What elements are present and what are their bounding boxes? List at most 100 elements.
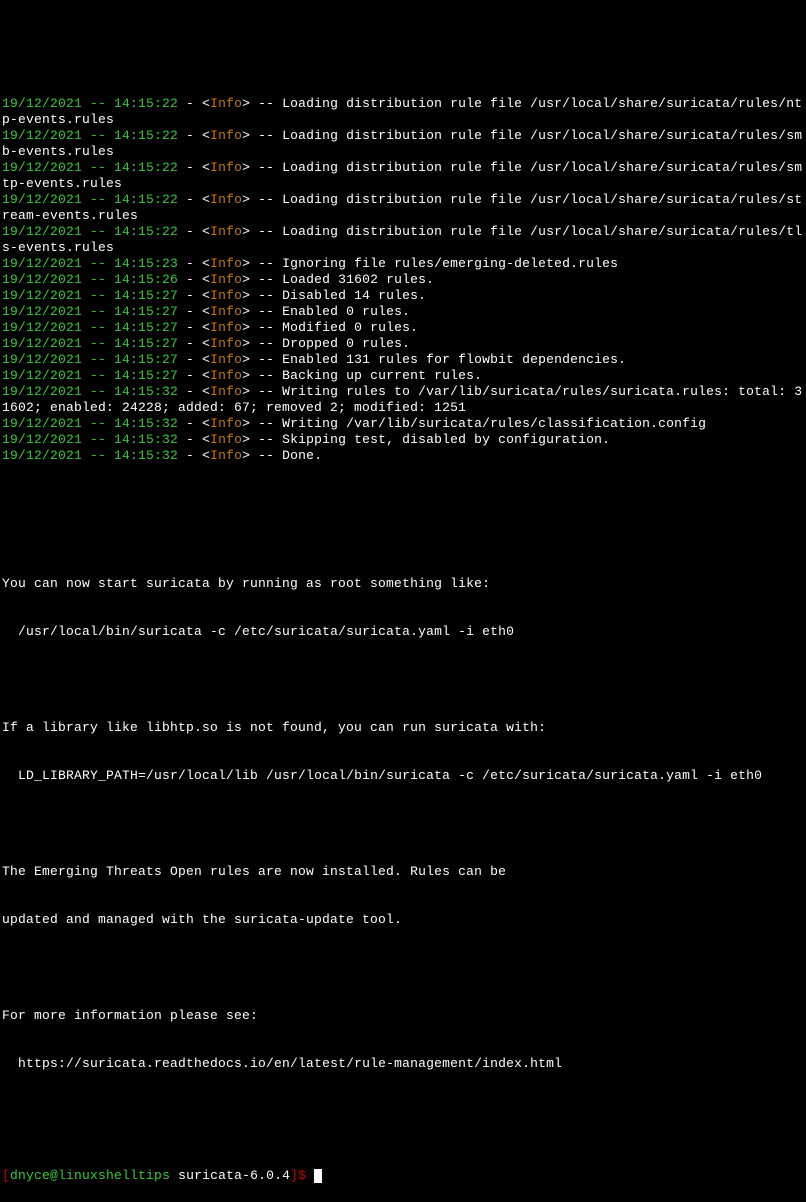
separator: --: [250, 432, 282, 447]
angle-bracket: >: [242, 352, 250, 367]
log-message: Enabled 0 rules.: [282, 304, 410, 319]
info-text: You can now start suricata by running as…: [2, 576, 804, 592]
log-level: Info: [210, 128, 242, 143]
log-timestamp: 19/12/2021 -- 14:15:27: [2, 320, 178, 335]
separator: -: [178, 448, 202, 463]
separator: -: [178, 320, 202, 335]
angle-bracket: >: [242, 224, 250, 239]
separator: --: [250, 336, 282, 351]
log-line: 19/12/2021 -- 14:15:27 - <Info> -- Enabl…: [2, 304, 804, 320]
prompt-dollar: $: [298, 1168, 306, 1183]
angle-bracket: >: [242, 416, 250, 431]
separator: --: [250, 368, 282, 383]
log-level: Info: [210, 272, 242, 287]
prompt-bracket: ]: [290, 1168, 298, 1183]
separator: --: [250, 160, 282, 175]
log-line: 19/12/2021 -- 14:15:22 - <Info> -- Loadi…: [2, 160, 804, 192]
angle-bracket: <: [202, 160, 210, 175]
log-message: Skipping test, disabled by configuration…: [282, 432, 610, 447]
angle-bracket: <: [202, 336, 210, 351]
separator: -: [178, 352, 202, 367]
separator: -: [178, 224, 202, 239]
separator: --: [250, 192, 282, 207]
log-level: Info: [210, 432, 242, 447]
log-timestamp: 19/12/2021 -- 14:15:22: [2, 96, 178, 111]
log-level: Info: [210, 192, 242, 207]
log-line: 19/12/2021 -- 14:15:22 - <Info> -- Loadi…: [2, 96, 804, 128]
prompt-user: dnyce: [10, 1168, 50, 1183]
log-message: Disabled 14 rules.: [282, 288, 426, 303]
log-level: Info: [210, 384, 242, 399]
angle-bracket: >: [242, 336, 250, 351]
separator: --: [250, 416, 282, 431]
angle-bracket: >: [242, 448, 250, 463]
angle-bracket: >: [242, 304, 250, 319]
separator: --: [250, 288, 282, 303]
prompt-host: linuxshelltips: [58, 1168, 170, 1183]
separator: -: [178, 96, 202, 111]
log-line: 19/12/2021 -- 14:15:22 - <Info> -- Loadi…: [2, 128, 804, 160]
angle-bracket: <: [202, 352, 210, 367]
log-level: Info: [210, 304, 242, 319]
log-timestamp: 19/12/2021 -- 14:15:27: [2, 288, 178, 303]
log-timestamp: 19/12/2021 -- 14:15:22: [2, 160, 178, 175]
separator: -: [178, 432, 202, 447]
log-level: Info: [210, 256, 242, 271]
separator: --: [250, 128, 282, 143]
separator: --: [250, 352, 282, 367]
log-level: Info: [210, 368, 242, 383]
blank-line: [2, 512, 804, 528]
log-timestamp: 19/12/2021 -- 14:15:32: [2, 432, 178, 447]
angle-bracket: >: [242, 272, 250, 287]
log-message: Enabled 131 rules for flowbit dependenci…: [282, 352, 626, 367]
log-message: Writing /var/lib/suricata/rules/classifi…: [282, 416, 706, 431]
separator: --: [250, 272, 282, 287]
blank-line: [2, 672, 804, 688]
separator: -: [178, 416, 202, 431]
angle-bracket: <: [202, 272, 210, 287]
log-message: Done.: [282, 448, 322, 463]
info-text: For more information please see:: [2, 1008, 804, 1024]
log-timestamp: 19/12/2021 -- 14:15:27: [2, 352, 178, 367]
angle-bracket: <: [202, 384, 210, 399]
info-text: https://suricata.readthedocs.io/en/lates…: [2, 1056, 804, 1072]
terminal-output[interactable]: 19/12/2021 -- 14:15:22 - <Info> -- Loadi…: [0, 64, 806, 1200]
angle-bracket: <: [202, 416, 210, 431]
angle-bracket: <: [202, 128, 210, 143]
log-level: Info: [210, 96, 242, 111]
separator: -: [178, 336, 202, 351]
prompt-at: @: [50, 1168, 58, 1183]
angle-bracket: <: [202, 368, 210, 383]
log-level: Info: [210, 416, 242, 431]
log-level: Info: [210, 336, 242, 351]
angle-bracket: <: [202, 304, 210, 319]
log-level: Info: [210, 448, 242, 463]
angle-bracket: >: [242, 432, 250, 447]
separator: -: [178, 160, 202, 175]
angle-bracket: >: [242, 192, 250, 207]
shell-prompt[interactable]: [dnyce@linuxshelltips suricata-6.0.4]$: [2, 1168, 804, 1184]
separator: --: [250, 320, 282, 335]
log-timestamp: 19/12/2021 -- 14:15:22: [2, 128, 178, 143]
separator: -: [178, 256, 202, 271]
log-line: 19/12/2021 -- 14:15:26 - <Info> -- Loade…: [2, 272, 804, 288]
angle-bracket: <: [202, 288, 210, 303]
log-timestamp: 19/12/2021 -- 14:15:27: [2, 336, 178, 351]
angle-bracket: <: [202, 192, 210, 207]
separator: --: [250, 256, 282, 271]
log-timestamp: 19/12/2021 -- 14:15:23: [2, 256, 178, 271]
log-line: 19/12/2021 -- 14:15:27 - <Info> -- Backi…: [2, 368, 804, 384]
info-text: The Emerging Threats Open rules are now …: [2, 864, 804, 880]
log-level: Info: [210, 160, 242, 175]
angle-bracket: >: [242, 160, 250, 175]
log-line: 19/12/2021 -- 14:15:32 - <Info> -- Writi…: [2, 384, 804, 416]
log-line: 19/12/2021 -- 14:15:32 - <Info> -- Done.: [2, 448, 804, 464]
angle-bracket: >: [242, 368, 250, 383]
log-message: Loaded 31602 rules.: [282, 272, 434, 287]
log-level: Info: [210, 224, 242, 239]
separator: --: [250, 384, 282, 399]
log-timestamp: 19/12/2021 -- 14:15:27: [2, 368, 178, 383]
log-line: 19/12/2021 -- 14:15:27 - <Info> -- Enabl…: [2, 352, 804, 368]
angle-bracket: >: [242, 288, 250, 303]
info-text: /usr/local/bin/suricata -c /etc/suricata…: [2, 624, 804, 640]
